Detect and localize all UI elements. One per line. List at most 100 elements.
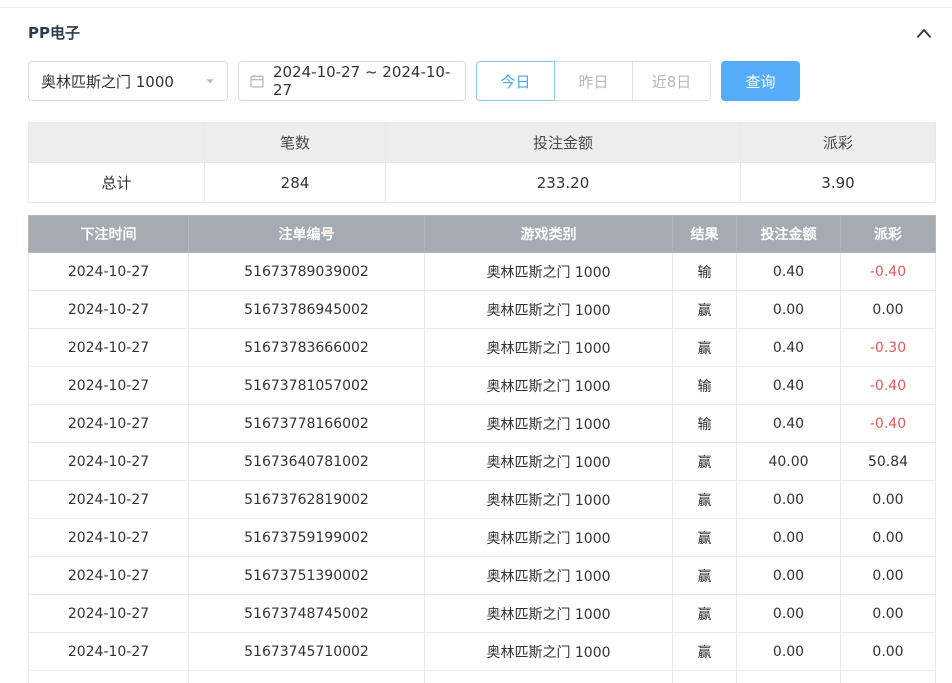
record-bet-date: 2024-10-27: [28, 480, 189, 519]
records-header-game-type: 游戏类别: [424, 215, 673, 253]
record-payout: 0.00: [840, 480, 936, 519]
record-game-name: [424, 670, 673, 683]
record-bet-amount: 0.00: [736, 594, 841, 633]
record-bet-amount: 0.40: [736, 366, 841, 405]
record-row: [28, 670, 936, 683]
record-payout: 0.00: [840, 556, 936, 595]
record-result: 输: [672, 366, 737, 405]
record-order-id: 51673783666002: [188, 328, 425, 367]
record-bet-amount: 0.40: [736, 252, 841, 291]
filter-row: 奥林匹斯之门 1000 2024-10-27 ~ 2024-10-27 今日 昨…: [28, 61, 935, 101]
record-bet-date: 2024-10-27: [28, 556, 189, 595]
record-bet-date: [28, 670, 189, 683]
record-game-name: 奥林匹斯之门 1000: [424, 366, 673, 405]
record-bet-date: 2024-10-27: [28, 442, 189, 481]
record-game-name: 奥林匹斯之门 1000: [424, 556, 673, 595]
collapse-button[interactable]: [913, 24, 935, 42]
records-header-bet-time: 下注时间: [28, 215, 189, 253]
record-result: 赢: [672, 328, 737, 367]
game-select[interactable]: 奥林匹斯之门 1000: [28, 61, 228, 101]
record-bet-amount: 0.40: [736, 328, 841, 367]
record-bet-amount: 40.00: [736, 442, 841, 481]
record-bet-amount: 0.00: [736, 518, 841, 557]
chevron-up-icon: [915, 28, 933, 43]
last-8-days-button[interactable]: 近8日: [632, 61, 711, 101]
record-bet-amount: 0.00: [736, 290, 841, 329]
records-header-row: 下注时间 注单编号 游戏类别 结果 投注金额 派彩: [28, 215, 936, 253]
date-range-picker[interactable]: 2024-10-27 ~ 2024-10-27: [238, 61, 466, 101]
record-row: 2024-10-27 51673789039002 奥林匹斯之门 1000 输 0.40…: [28, 252, 936, 291]
bet-records-page: PP电子 奥林匹斯之门 1000 2024-10-27 ~ 2024-10-27…: [0, 0, 952, 683]
record-row: 2024-10-27 51673781057002 奥林匹斯之门 1000 输 0.40…: [28, 366, 936, 405]
record-bet-amount: 0.00: [736, 480, 841, 519]
record-bet-date: 2024-10-27: [28, 252, 189, 291]
record-game-name: 奥林匹斯之门 1000: [424, 518, 673, 557]
record-result: 赢: [672, 632, 737, 671]
quick-date-buttons: 今日 昨日 近8日: [476, 61, 711, 101]
record-row: 2024-10-27 51673751390002 奥林匹斯之门 1000 赢 0.00…: [28, 556, 936, 595]
search-button[interactable]: 查询: [721, 61, 800, 101]
record-payout: -0.40: [840, 366, 936, 405]
records-header-payout: 派彩: [840, 215, 936, 253]
records-header-order-id: 注单编号: [188, 215, 425, 253]
summary-header-empty: [28, 122, 205, 163]
record-order-id: 51673786945002: [188, 290, 425, 329]
summary-header-payout: 派彩: [740, 122, 936, 163]
record-order-id: 51673640781002: [188, 442, 425, 481]
record-game-name: 奥林匹斯之门 1000: [424, 404, 673, 443]
record-payout: 0.00: [840, 518, 936, 557]
record-row: 2024-10-27 51673748745002 奥林匹斯之门 1000 赢 0.00…: [28, 594, 936, 633]
record-game-name: 奥林匹斯之门 1000: [424, 480, 673, 519]
record-result: [672, 670, 737, 683]
record-payout: 0.00: [840, 632, 936, 671]
record-game-name: 奥林匹斯之门 1000: [424, 594, 673, 633]
summary-header-row: 笔数 投注金额 派彩: [28, 122, 936, 163]
record-order-id: 51673789039002: [188, 252, 425, 291]
record-order-id: 51673751390002: [188, 556, 425, 595]
record-order-id: 51673748745002: [188, 594, 425, 633]
record-result: 输: [672, 252, 737, 291]
record-result: 赢: [672, 594, 737, 633]
summary-header-count: 笔数: [204, 122, 386, 163]
record-bet-date: 2024-10-27: [28, 594, 189, 633]
record-payout: -0.40: [840, 252, 936, 291]
record-bet-amount: 0.00: [736, 632, 841, 671]
record-bet-date: 2024-10-27: [28, 328, 189, 367]
record-bet-amount: [736, 670, 841, 683]
today-button[interactable]: 今日: [476, 61, 555, 101]
record-payout: [840, 670, 936, 683]
record-payout: -0.40: [840, 404, 936, 443]
record-payout: 0.00: [840, 594, 936, 633]
record-order-id: 51673778166002: [188, 404, 425, 443]
record-bet-date: 2024-10-27: [28, 632, 189, 671]
record-row: 2024-10-27 51673745710002 奥林匹斯之门 1000 赢 0.00…: [28, 632, 936, 671]
record-bet-amount: 0.00: [736, 556, 841, 595]
record-game-name: 奥林匹斯之门 1000: [424, 328, 673, 367]
record-result: 赢: [672, 556, 737, 595]
record-payout: 50.84: [840, 442, 936, 481]
summary-total-bet-amount: 233.20: [385, 162, 741, 203]
summary-header-bet-amount: 投注金额: [385, 122, 741, 163]
records-header-result: 结果: [672, 215, 737, 253]
record-result: 赢: [672, 290, 737, 329]
record-game-name: 奥林匹斯之门 1000: [424, 442, 673, 481]
summary-total-payout: 3.90: [740, 162, 936, 203]
records-header-bet-amount: 投注金额: [736, 215, 841, 253]
game-select-value: 奥林匹斯之门 1000: [41, 72, 174, 91]
summary-table: 笔数 投注金额 派彩 总计 284 233.20 3.90: [28, 122, 936, 203]
record-order-id: 51673781057002: [188, 366, 425, 405]
record-payout: -0.30: [840, 328, 936, 367]
panel-title: PP电子: [28, 24, 80, 42]
top-divider: [0, 0, 952, 8]
yesterday-button[interactable]: 昨日: [554, 61, 633, 101]
record-row: 2024-10-27 51673759199002 奥林匹斯之门 1000 赢 0.00…: [28, 518, 936, 557]
summary-total-count: 284: [204, 162, 386, 203]
record-result: 赢: [672, 518, 737, 557]
record-bet-date: 2024-10-27: [28, 366, 189, 405]
record-row: 2024-10-27 51673783666002 奥林匹斯之门 1000 赢 0.40…: [28, 328, 936, 367]
date-range-value: 2024-10-27 ~ 2024-10-27: [273, 63, 451, 99]
record-bet-date: 2024-10-27: [28, 518, 189, 557]
summary-total-row: 总计 284 233.20 3.90: [28, 162, 936, 203]
panel-header: PP电子: [28, 8, 935, 61]
record-order-id: 51673759199002: [188, 518, 425, 557]
